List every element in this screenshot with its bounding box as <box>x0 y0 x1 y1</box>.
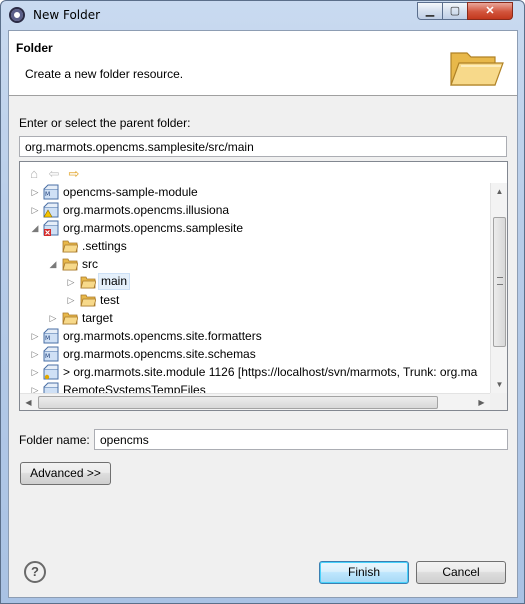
expand-arrow-icon[interactable]: ▷ <box>30 366 40 378</box>
cancel-button[interactable]: Cancel <box>416 561 506 584</box>
scroll-corner <box>490 393 507 410</box>
folder-open-icon <box>62 258 78 271</box>
expand-arrow-icon[interactable]: ▷ <box>66 276 76 288</box>
dialog-body: Folder Create a new folder resource. Ent… <box>8 30 518 598</box>
tree-item[interactable]: ▷ > org.marmots.site.module 1126 [https:… <box>20 363 490 381</box>
expand-arrow-icon[interactable]: ▷ <box>48 312 58 324</box>
help-icon[interactable]: ? <box>24 561 46 583</box>
folder-icon <box>62 312 78 325</box>
project-error-icon <box>43 220 59 236</box>
project-icon <box>43 382 59 393</box>
expand-arrow-icon[interactable]: ▷ <box>66 294 76 306</box>
folder-icon <box>80 276 96 289</box>
scroll-down-arrow-icon[interactable]: ▼ <box>491 376 507 393</box>
scroll-up-arrow-icon[interactable]: ▲ <box>491 183 507 200</box>
wizard-header: Folder Create a new folder resource. <box>9 31 517 96</box>
horizontal-scrollbar[interactable]: ◀ ▶ <box>20 393 490 410</box>
back-arrow-icon[interactable]: ⇦ <box>46 166 62 182</box>
header-title: Folder <box>16 41 53 55</box>
parent-folder-label: Enter or select the parent folder: <box>19 116 191 130</box>
scroll-left-arrow-icon[interactable]: ◀ <box>20 394 37 410</box>
maximize-button[interactable]: ▢ <box>442 2 468 20</box>
folder-icon <box>62 240 78 253</box>
home-icon[interactable]: ⌂ <box>26 166 42 182</box>
tree-item[interactable]: ▷ RemoteSystemsTempFiles <box>20 381 490 393</box>
tree-item-label: org.marmots.opencms.site.formatters <box>63 329 262 343</box>
scroll-grip-icon <box>497 277 503 285</box>
folder-name-label: Folder name: <box>19 433 90 447</box>
minimize-button[interactable]: ▁ <box>417 2 443 20</box>
scroll-thumb[interactable] <box>493 217 506 347</box>
forward-arrow-icon[interactable]: ⇨ <box>66 166 82 182</box>
eclipse-app-icon <box>9 7 25 23</box>
tree-item[interactable]: ▷ M org.marmots.opencms.site.schemas <box>20 345 490 363</box>
svg-text:M: M <box>45 353 50 360</box>
title-bar[interactable]: New Folder ▁ ▢ ✕ <box>1 1 524 29</box>
tree-item[interactable]: ▷ test <box>20 291 490 309</box>
tree-item-label: opencms-sample-module <box>63 185 198 199</box>
expand-arrow-icon[interactable]: ▷ <box>30 384 40 393</box>
folder-tree[interactable]: ⌂ ⇦ ⇨ ▷ M opencms-sample-module ▷ org.ma… <box>19 161 508 411</box>
tree-item[interactable]: .settings <box>20 237 490 255</box>
tree-item[interactable]: ▷ org.marmots.opencms.illusiona <box>20 201 490 219</box>
svg-text:M: M <box>45 191 50 198</box>
tree-item[interactable]: ◢ org.marmots.opencms.samplesite <box>20 219 490 237</box>
tree-item-label: main <box>98 273 131 290</box>
folder-icon <box>80 294 96 307</box>
collapse-arrow-icon[interactable]: ◢ <box>30 222 40 234</box>
advanced-button[interactable]: Advanced >> <box>20 462 111 485</box>
scroll-right-arrow-icon[interactable]: ▶ <box>473 394 490 410</box>
svn-project-icon <box>43 364 59 380</box>
header-description: Create a new folder resource. <box>25 67 184 81</box>
tree-rows: ▷ M opencms-sample-module ▷ org.marmots.… <box>20 183 490 393</box>
tree-item-label: test <box>100 293 120 307</box>
new-folder-window: New Folder ▁ ▢ ✕ Folder Create a new fol… <box>0 0 525 604</box>
tree-item[interactable]: ▷ M opencms-sample-module <box>20 183 490 201</box>
maven-project-icon: M <box>43 328 59 344</box>
expand-arrow-icon[interactable]: ▷ <box>30 204 40 216</box>
window-title: New Folder <box>33 8 101 22</box>
tree-item-label: target <box>82 311 113 325</box>
tree-item[interactable]: ◢ src <box>20 255 490 273</box>
expand-arrow-icon[interactable]: ▷ <box>30 330 40 342</box>
collapse-arrow-icon[interactable]: ◢ <box>48 258 58 270</box>
tree-item-selected[interactable]: ▷ main <box>20 273 490 291</box>
tree-item-label: org.marmots.opencms.site.schemas <box>63 347 256 361</box>
folder-name-input[interactable] <box>94 429 508 450</box>
tree-item-label: org.marmots.opencms.illusiona <box>63 203 230 217</box>
tree-item[interactable]: ▷ M org.marmots.opencms.site.formatters <box>20 327 490 345</box>
finish-button[interactable]: Finish <box>319 561 409 584</box>
close-button[interactable]: ✕ <box>467 2 513 20</box>
maven-project-icon: M <box>43 184 59 200</box>
expand-arrow-icon[interactable]: ▷ <box>30 348 40 360</box>
svg-text:M: M <box>45 335 50 342</box>
expand-arrow-icon[interactable]: ▷ <box>30 186 40 198</box>
maven-project-icon: M <box>43 346 59 362</box>
tree-item-label: org.marmots.opencms.samplesite <box>63 221 244 235</box>
hscroll-thumb[interactable] <box>38 396 438 409</box>
tree-item-label: RemoteSystemsTempFiles <box>63 383 206 393</box>
vertical-scrollbar[interactable]: ▲ ▼ <box>490 183 507 393</box>
project-warning-icon <box>43 202 59 218</box>
tree-item[interactable]: ▷ target <box>20 309 490 327</box>
tree-item-label: .settings <box>82 239 127 253</box>
tree-item-label: src <box>82 257 98 271</box>
tree-item-label: > org.marmots.site.module 1126 [https://… <box>63 365 478 379</box>
parent-folder-input[interactable] <box>19 136 507 157</box>
folder-banner-icon <box>450 52 504 86</box>
